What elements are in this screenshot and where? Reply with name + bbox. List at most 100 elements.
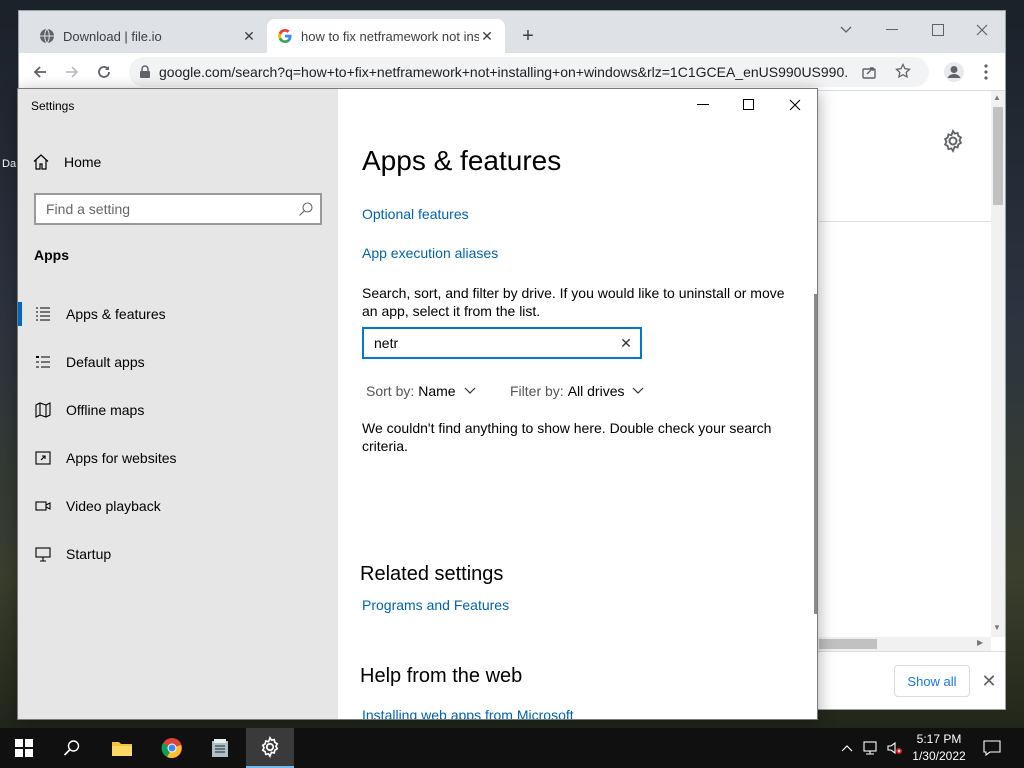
related-settings-heading: Related settings [360, 563, 504, 585]
minimize-button[interactable] [869, 15, 915, 45]
tab-title: how to fix netframework not inst [301, 28, 479, 44]
app-execution-aliases-link[interactable]: App execution aliases [362, 245, 498, 261]
profile-avatar-icon[interactable] [941, 59, 967, 85]
forward-button[interactable] [59, 59, 85, 85]
settings-minimize-button[interactable] [680, 89, 726, 121]
home-icon [32, 153, 50, 171]
sidebar-item-startup[interactable]: Startup [18, 534, 338, 574]
lock-icon[interactable] [139, 65, 151, 82]
tab-strip: Download | file.io ✕ how to fix netframe… [19, 11, 1005, 53]
url-text: google.com/search?q=how+to+fix+netframew… [159, 64, 849, 80]
globe-icon [39, 28, 55, 44]
filter-by-dropdown[interactable]: Filter by: All drives [510, 383, 644, 399]
close-tab-icon[interactable]: ✕ [479, 28, 495, 44]
sort-by-value: Name [418, 383, 456, 399]
sidebar-item-label: Default apps [66, 354, 145, 370]
optional-features-link[interactable]: Optional features [362, 206, 469, 222]
sort-by-dropdown[interactable]: Sort by: Name [366, 383, 476, 399]
clock-time: 5:17 PM [916, 732, 962, 746]
file-explorer-taskbar-button[interactable] [98, 728, 146, 768]
settings-sidebar: Settings Home Find a setting Apps Apps &… [18, 89, 338, 719]
settings-scrollbar[interactable] [814, 294, 817, 614]
share-icon[interactable] [861, 64, 877, 83]
sidebar-item-label: Startup [66, 546, 112, 562]
page-divider [819, 221, 991, 222]
app-taskbar-button[interactable] [196, 728, 244, 768]
gear-icon [261, 736, 279, 758]
address-bar[interactable]: google.com/search?q=how+to+fix+netframew… [129, 57, 929, 87]
filter-by-value: All drives [567, 383, 625, 399]
app-window-icon [212, 739, 228, 757]
home-label: Home [64, 154, 102, 170]
find-setting-input[interactable]: Find a setting [34, 193, 322, 225]
app-search-value: netr [374, 335, 399, 351]
video-icon [34, 497, 52, 515]
reload-button[interactable] [91, 59, 117, 85]
notifications-icon[interactable] [982, 738, 1002, 758]
sidebar-item-apps-for-websites[interactable]: Apps for websites [18, 438, 338, 478]
clock-date: 1/30/2022 [912, 749, 966, 763]
search-icon [63, 740, 80, 756]
scroll-down-arrow-icon[interactable]: ▼ [993, 623, 1001, 632]
tab-download-fileio[interactable]: Download | file.io ✕ [29, 19, 267, 53]
new-tab-button[interactable]: + [517, 25, 539, 47]
app-search-input[interactable]: netr ✕ [362, 327, 642, 359]
web-link-icon [34, 449, 52, 467]
installing-web-apps-link[interactable]: Installing web apps from Microsoft [362, 707, 574, 719]
tab-search-chevron-icon[interactable] [823, 15, 869, 45]
close-download-bar-icon[interactable]: ✕ [977, 669, 1001, 693]
search-placeholder: Find a setting [46, 201, 131, 217]
sidebar-item-label: Offline maps [66, 402, 145, 418]
back-button[interactable] [27, 59, 53, 85]
horizontal-scrollbar-thumb[interactable] [819, 639, 877, 649]
chrome-icon [161, 738, 182, 759]
desktop-icon-label: Da [2, 158, 17, 170]
taskbar-clock[interactable]: 5:17 PM 1/30/2022 [900, 731, 978, 765]
page-title: Apps & features [362, 145, 562, 176]
sidebar-item-video-playback[interactable]: Video playback [18, 486, 338, 526]
close-window-button[interactable] [959, 15, 1005, 45]
scroll-up-arrow-icon[interactable]: ▲ [993, 93, 1001, 102]
chevron-down-icon [633, 387, 644, 394]
tab-google-search[interactable]: how to fix netframework not inst ✕ [267, 19, 505, 53]
page-scrollbar-thumb[interactable] [993, 107, 1003, 205]
sidebar-item-offline-maps[interactable]: Offline maps [18, 390, 338, 430]
chevron-down-icon [464, 387, 476, 394]
browser-toolbar: google.com/search?q=how+to+fix+netframew… [19, 53, 1005, 91]
filter-by-label: Filter by: [510, 383, 564, 399]
start-button[interactable] [0, 728, 48, 768]
window-title: Settings [31, 99, 75, 113]
clear-search-icon[interactable]: ✕ [618, 335, 634, 351]
sort-by-label: Sort by: [366, 383, 415, 399]
folder-icon [112, 742, 132, 756]
search-icon[interactable] [298, 201, 314, 217]
windows-logo-icon [15, 739, 33, 757]
show-hidden-icons-chevron-icon[interactable] [838, 738, 856, 758]
close-tab-icon[interactable]: ✕ [241, 28, 257, 44]
more-menu-icon[interactable] [973, 59, 999, 85]
startup-icon [34, 545, 52, 563]
home-nav-item[interactable]: Home [32, 151, 101, 173]
tab-title: Download | file.io [63, 28, 162, 44]
sidebar-item-apps-features[interactable]: Apps & features [18, 294, 338, 334]
maximize-button[interactable] [915, 15, 961, 45]
section-heading: Apps [34, 247, 69, 263]
scroll-right-arrow-icon[interactable]: ▶ [977, 638, 983, 647]
settings-close-button[interactable] [772, 89, 817, 121]
show-all-downloads-button[interactable]: Show all [894, 665, 970, 697]
bookmark-star-icon[interactable] [895, 62, 911, 82]
settings-maximize-button[interactable] [726, 89, 772, 121]
map-icon [34, 401, 52, 419]
sidebar-item-label: Apps & features [66, 306, 166, 322]
list-icon [34, 305, 52, 323]
sidebar-item-label: Video playback [66, 498, 161, 514]
sidebar-item-default-apps[interactable]: Default apps [18, 342, 338, 382]
taskbar-search-button[interactable] [48, 728, 96, 768]
settings-taskbar-button[interactable] [246, 728, 294, 768]
sidebar-item-label: Apps for websites [66, 450, 177, 466]
chrome-taskbar-button[interactable] [148, 728, 196, 768]
settings-main-pane: Apps & features Optional features App ex… [338, 89, 817, 719]
network-icon[interactable] [862, 738, 880, 758]
programs-and-features-link[interactable]: Programs and Features [362, 597, 509, 613]
gear-icon[interactable] [941, 128, 967, 155]
